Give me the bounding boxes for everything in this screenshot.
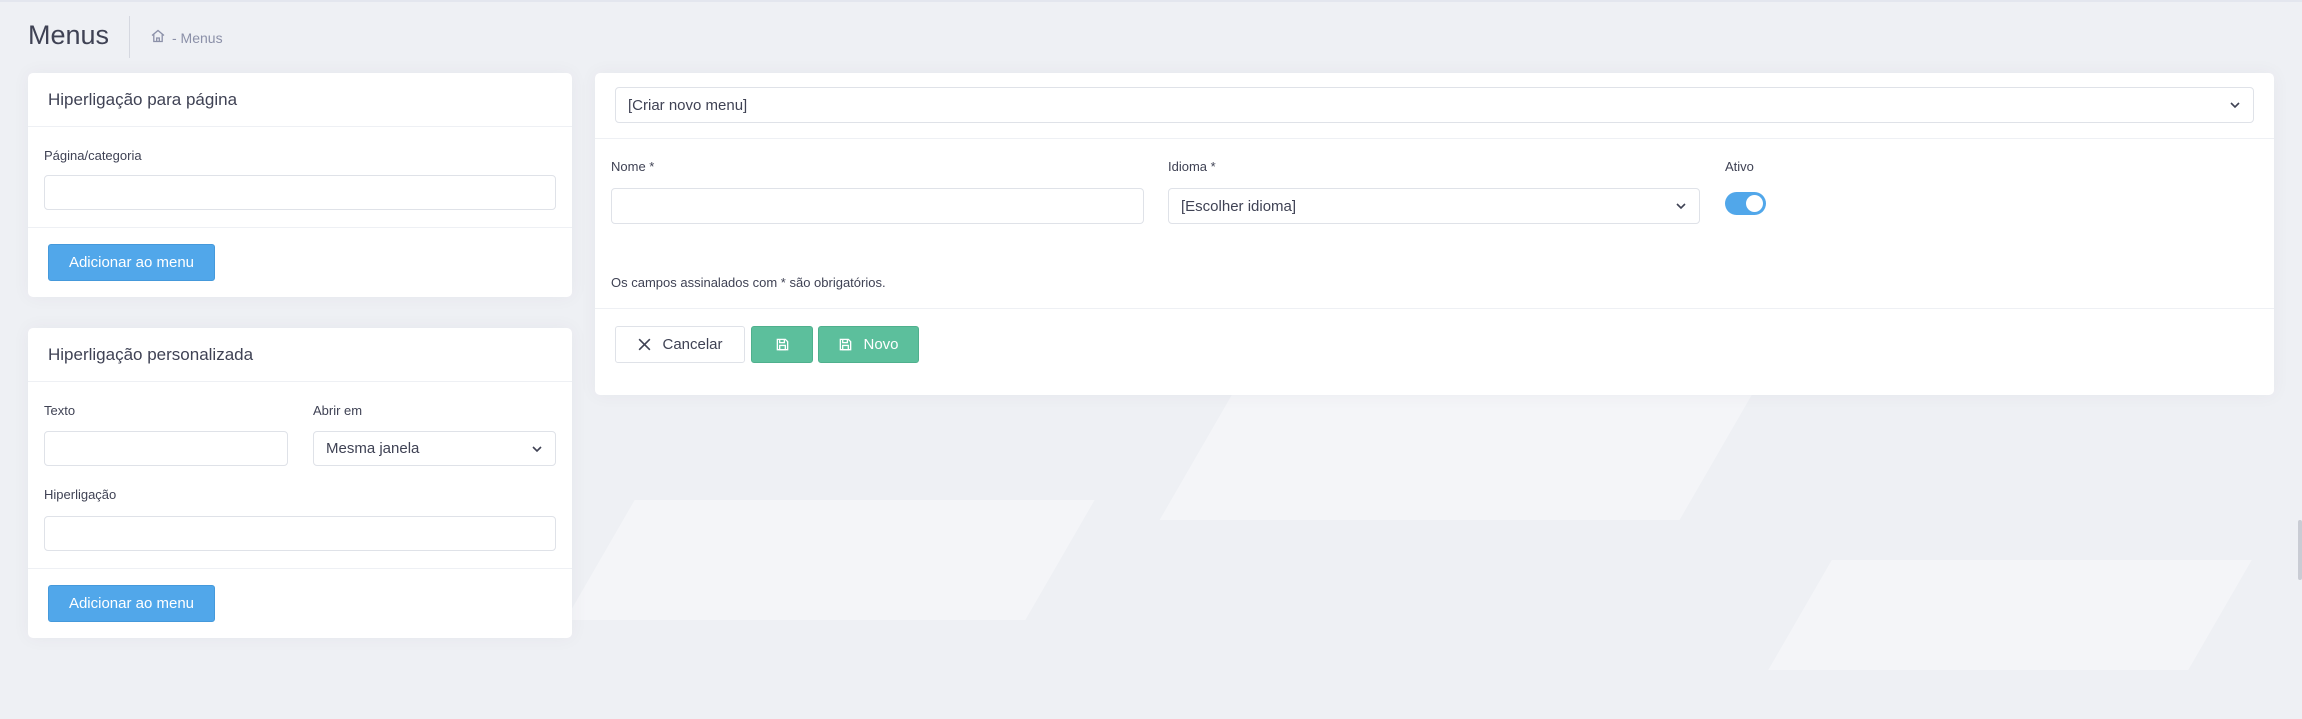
scrollbar-thumb[interactable] xyxy=(2298,520,2302,580)
add-page-to-menu-button[interactable]: Adicionar ao menu xyxy=(48,244,215,281)
breadcrumb-current: - Menus xyxy=(172,29,223,46)
language-label: Idioma * xyxy=(1168,159,1216,174)
background-shape xyxy=(1768,560,2252,670)
active-label: Ativo xyxy=(1725,159,1754,174)
menu-select[interactable]: [Criar novo menu] xyxy=(615,87,2254,123)
floppy-disk-icon xyxy=(776,338,788,351)
save-new-button[interactable]: Novo xyxy=(818,326,919,363)
name-input[interactable] xyxy=(611,188,1144,224)
custom-link-card-title: Hiperligação personalizada xyxy=(28,328,572,382)
divider xyxy=(595,138,2274,139)
save-new-button-label: Novo xyxy=(863,336,899,353)
custom-link-card: Hiperligação personalizada Texto Abrir e… xyxy=(28,328,572,638)
open-in-select[interactable]: Mesma janela xyxy=(313,431,556,466)
save-button[interactable] xyxy=(751,326,813,363)
required-fields-note: Os campos assinalados com * são obrigató… xyxy=(611,275,886,290)
add-custom-link-to-menu-button[interactable]: Adicionar ao menu xyxy=(48,585,215,622)
chevron-down-icon xyxy=(532,445,542,452)
menu-select-value: [Criar novo menu] xyxy=(628,96,748,114)
toggle-knob xyxy=(1746,195,1763,212)
page-link-card-title: Hiperligação para página xyxy=(28,73,572,127)
menu-editor-card: [Criar novo menu] Nome * Idioma * [Escol… xyxy=(595,73,2274,395)
language-select[interactable]: [Escolher idioma] xyxy=(1168,188,1700,224)
chevron-down-icon xyxy=(2230,102,2240,109)
open-in-value: Mesma janela xyxy=(326,440,420,457)
name-label: Nome * xyxy=(611,159,655,174)
link-label: Hiperligação xyxy=(44,487,117,502)
open-in-label: Abrir em xyxy=(313,403,363,418)
title-divider xyxy=(129,16,130,58)
active-toggle[interactable] xyxy=(1725,192,1766,215)
cancel-button[interactable]: Cancelar xyxy=(615,326,745,363)
breadcrumb: - Menus xyxy=(150,28,223,47)
divider xyxy=(595,308,2274,309)
page-link-card: Hiperligação para página Página/categori… xyxy=(28,73,572,297)
page-category-input[interactable] xyxy=(44,175,556,210)
close-icon xyxy=(639,338,651,351)
top-border xyxy=(0,0,2302,2)
language-select-value: [Escolher idioma] xyxy=(1181,197,1297,215)
background-shape xyxy=(1159,380,1761,520)
page-title: Menus xyxy=(28,20,110,50)
floppy-disk-icon xyxy=(840,338,852,351)
chevron-down-icon xyxy=(1676,203,1686,210)
divider xyxy=(28,568,572,569)
home-icon[interactable] xyxy=(150,28,166,47)
cancel-button-label: Cancelar xyxy=(662,336,723,353)
divider xyxy=(28,227,572,228)
link-input[interactable] xyxy=(44,516,556,551)
background-shape xyxy=(565,500,1095,620)
page-category-label: Página/categoria xyxy=(44,148,142,163)
text-label: Texto xyxy=(44,403,76,418)
text-input[interactable] xyxy=(44,431,288,466)
